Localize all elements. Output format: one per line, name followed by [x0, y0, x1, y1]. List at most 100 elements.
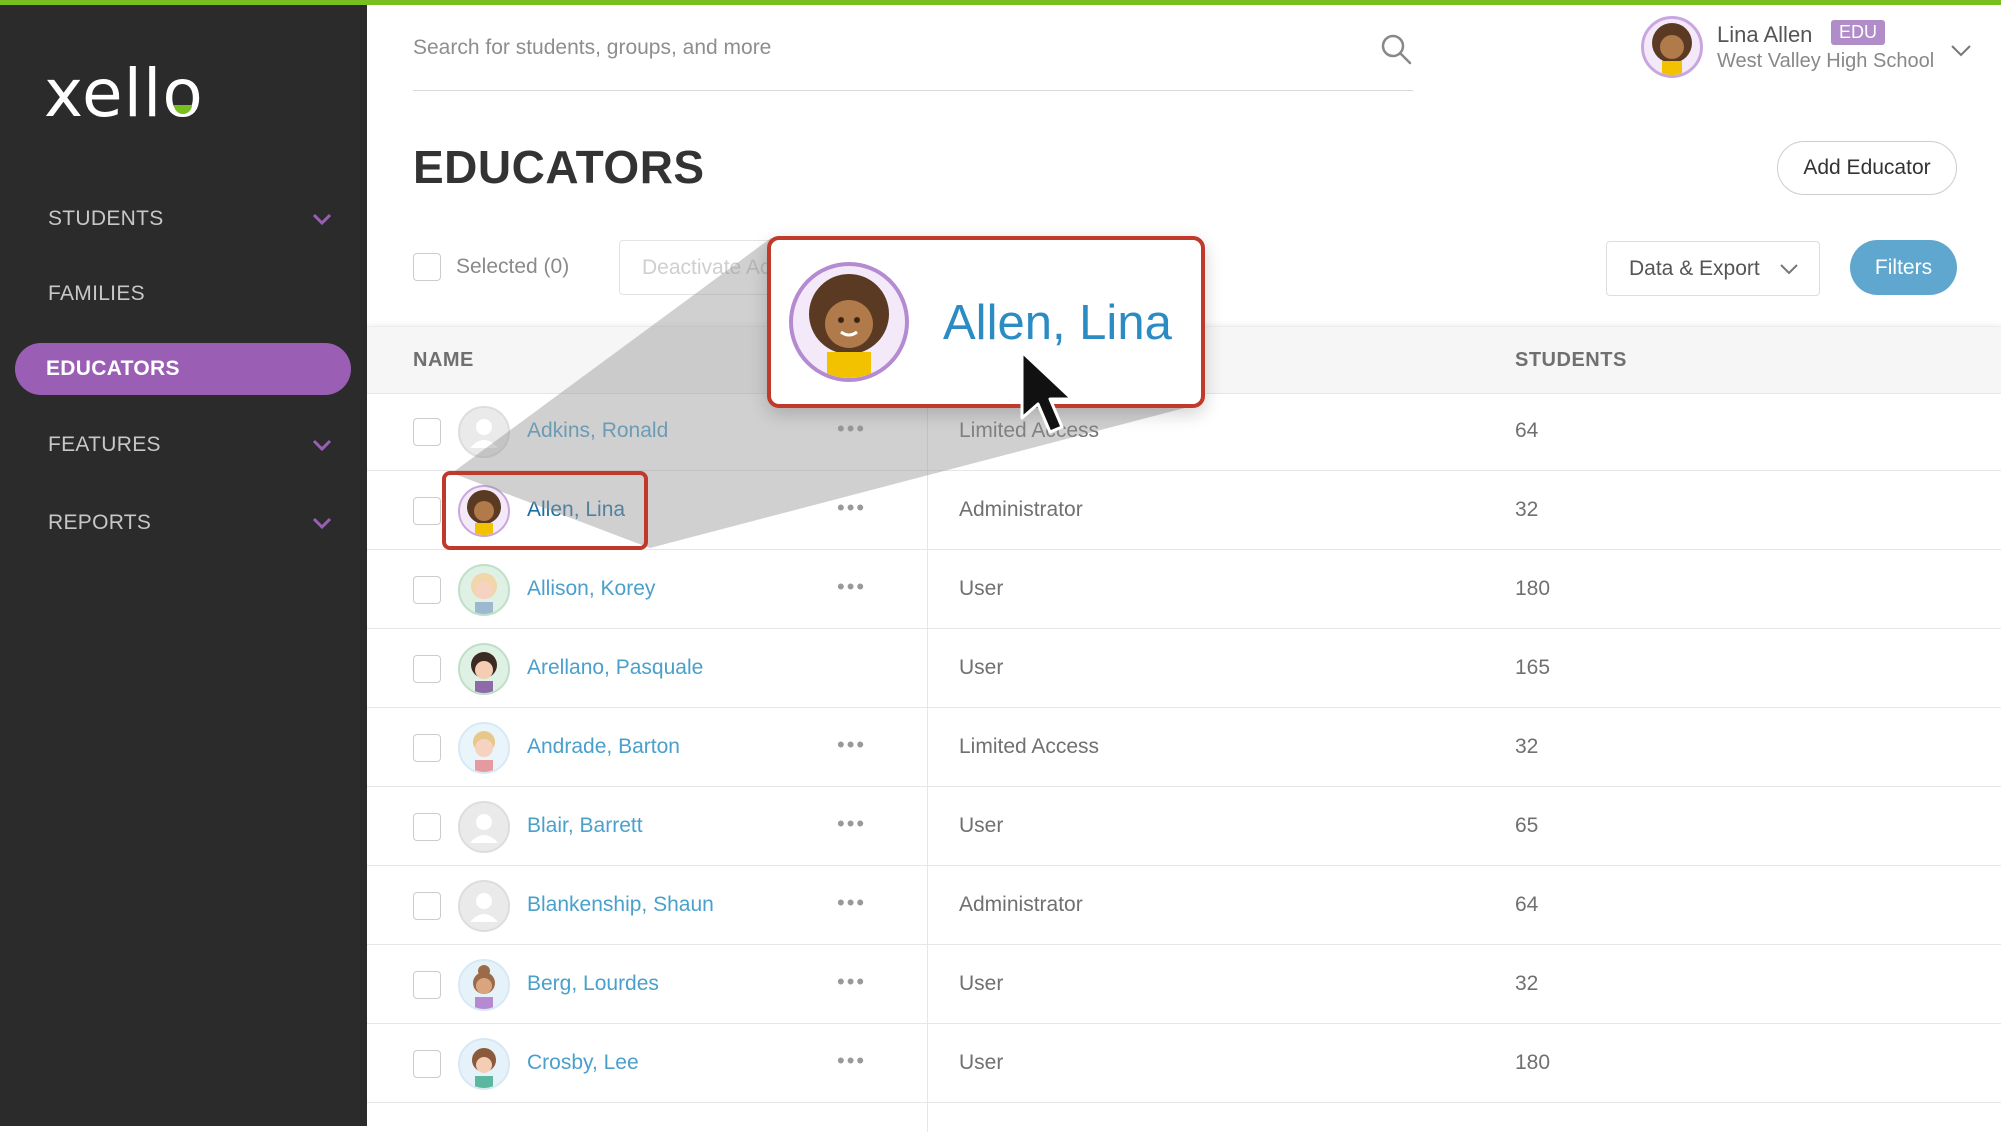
sidebar-item-families[interactable]: FAMILIES [15, 268, 351, 320]
avatar [458, 406, 510, 458]
educator-name-link[interactable]: Andrade, Barton [527, 735, 680, 759]
bun-hair-avatar-icon [473, 965, 495, 1009]
data-export-label: Data & Export [1629, 256, 1760, 280]
top-accent-bar [367, 0, 2001, 5]
row-checkbox[interactable] [413, 971, 441, 999]
row-menu-icon[interactable]: ••• [837, 969, 866, 995]
user-avatar-icon [1652, 23, 1692, 75]
role-cell: Administrator [959, 893, 1083, 916]
students-cell: 64 [1515, 419, 1539, 442]
role-cell: User [959, 1051, 1004, 1074]
row-checkbox[interactable] [413, 813, 441, 841]
avatar [458, 722, 510, 774]
row-checkbox[interactable] [413, 655, 441, 683]
search-input[interactable] [413, 24, 1333, 72]
row-menu-icon[interactable]: ••• [837, 890, 866, 916]
sidebar: xell o STUDENTS FAMILIES EDUCATORS FEATUR… [0, 0, 367, 1126]
sidebar-item-reports[interactable]: REPORTS [15, 497, 351, 549]
table-row[interactable]: Crosby, Lee ••• User 180 [367, 1024, 2001, 1103]
default-user-icon [470, 419, 498, 448]
row-menu-icon[interactable]: ••• [837, 574, 866, 600]
students-cell: 64 [1515, 893, 1539, 916]
user-menu[interactable]: Lina Allen EDU West Valley High School [1641, 16, 1981, 86]
table-row[interactable]: Arellano, Pasquale User 165 [367, 629, 2001, 708]
educator-name-link[interactable]: Allison, Korey [527, 577, 655, 601]
zoom-callout: Allen, Lina [767, 236, 1205, 408]
dark-hair-avatar-icon [471, 652, 497, 693]
chevron-down-icon [312, 439, 332, 452]
avatar [458, 801, 510, 853]
role-cell: User [959, 814, 1004, 837]
table-row[interactable]: Blankenship, Shaun ••• Administrator 64 [367, 866, 2001, 945]
role-cell: Administrator [959, 498, 1083, 521]
user-name: Lina Allen [1717, 22, 1813, 47]
row-menu-icon[interactable]: ••• [837, 495, 866, 521]
column-header-students[interactable]: STUDENTS [1515, 349, 1627, 372]
selected-count: Selected (0) [456, 255, 570, 278]
students-cell: 180 [1515, 1051, 1551, 1074]
chevron-down-icon[interactable] [1949, 38, 1973, 62]
page-title: EDUCATORS [413, 141, 705, 193]
row-highlight-box [442, 471, 648, 550]
students-cell: 32 [1515, 735, 1539, 758]
curly-hair-avatar-icon [809, 274, 889, 378]
sidebar-item-features[interactable]: FEATURES [15, 419, 351, 471]
row-checkbox[interactable] [413, 892, 441, 920]
sidebar-item-label: FEATURES [48, 433, 161, 456]
avatar [789, 262, 909, 382]
glasses-avatar-icon [473, 731, 495, 772]
sidebar-item-label: FAMILIES [48, 282, 145, 305]
students-cell: 180 [1515, 577, 1551, 600]
default-user-icon [470, 893, 498, 922]
sidebar-item-label: STUDENTS [48, 207, 164, 230]
main-content: Lina Allen EDU West Valley High School E… [367, 0, 2001, 1132]
row-checkbox[interactable] [413, 734, 441, 762]
xello-logo[interactable]: xell o [44, 53, 204, 133]
educator-name-link[interactable]: Arellano, Pasquale [527, 656, 703, 680]
educator-name-link[interactable]: Blair, Barrett [527, 814, 643, 838]
row-checkbox[interactable] [413, 497, 441, 525]
add-educator-button[interactable]: Add Educator [1777, 141, 1957, 195]
role-badge: EDU [1831, 20, 1886, 45]
avatar [458, 564, 510, 616]
educator-name-link[interactable]: Blankenship, Shaun [527, 893, 714, 917]
table-row[interactable]: Berg, Lourdes ••• User 32 [367, 945, 2001, 1024]
role-cell: User [959, 577, 1004, 600]
row-checkbox[interactable] [413, 1050, 441, 1078]
row-menu-icon[interactable]: ••• [837, 416, 866, 442]
educator-name-link[interactable]: Berg, Lourdes [527, 972, 659, 996]
students-cell: 165 [1515, 656, 1551, 679]
students-cell: 65 [1515, 814, 1539, 837]
row-checkbox[interactable] [413, 576, 441, 604]
role-cell: User [959, 656, 1004, 679]
sidebar-item-label: EDUCATORS [46, 357, 180, 380]
sidebar-item-students[interactable]: STUDENTS [15, 193, 351, 245]
table-row[interactable]: Andrade, Barton ••• Limited Access 32 [367, 708, 2001, 787]
row-menu-icon[interactable]: ••• [837, 811, 866, 837]
select-all-checkbox[interactable] [413, 253, 441, 281]
search-icon[interactable] [1379, 32, 1413, 66]
chevron-down-icon [312, 213, 332, 226]
blonde-avatar-icon [471, 573, 497, 614]
row-menu-icon[interactable]: ••• [837, 1048, 866, 1074]
avatar [458, 880, 510, 932]
educator-name-link[interactable]: Crosby, Lee [527, 1051, 639, 1075]
students-cell: 32 [1515, 498, 1539, 521]
filters-button[interactable]: Filters [1850, 240, 1957, 295]
chevron-down-icon [312, 517, 332, 530]
avatar [458, 1038, 510, 1090]
data-export-button[interactable]: Data & Export [1606, 241, 1820, 296]
table-row[interactable]: Blair, Barrett ••• User 65 [367, 787, 2001, 866]
sidebar-item-educators[interactable]: EDUCATORS [15, 343, 351, 395]
educator-name-link[interactable]: Adkins, Ronald [527, 419, 668, 443]
avatar [1641, 16, 1703, 78]
row-checkbox[interactable] [413, 418, 441, 446]
table-row[interactable]: Allison, Korey ••• User 180 [367, 550, 2001, 629]
column-header-name[interactable]: NAME [413, 349, 474, 372]
brown-hair-avatar-icon [472, 1048, 496, 1088]
role-cell: User [959, 972, 1004, 995]
students-cell: 32 [1515, 972, 1539, 995]
row-menu-icon[interactable]: ••• [837, 732, 866, 758]
chevron-down-icon [1780, 264, 1798, 275]
callout-name: Allen, Lina [943, 296, 1172, 350]
